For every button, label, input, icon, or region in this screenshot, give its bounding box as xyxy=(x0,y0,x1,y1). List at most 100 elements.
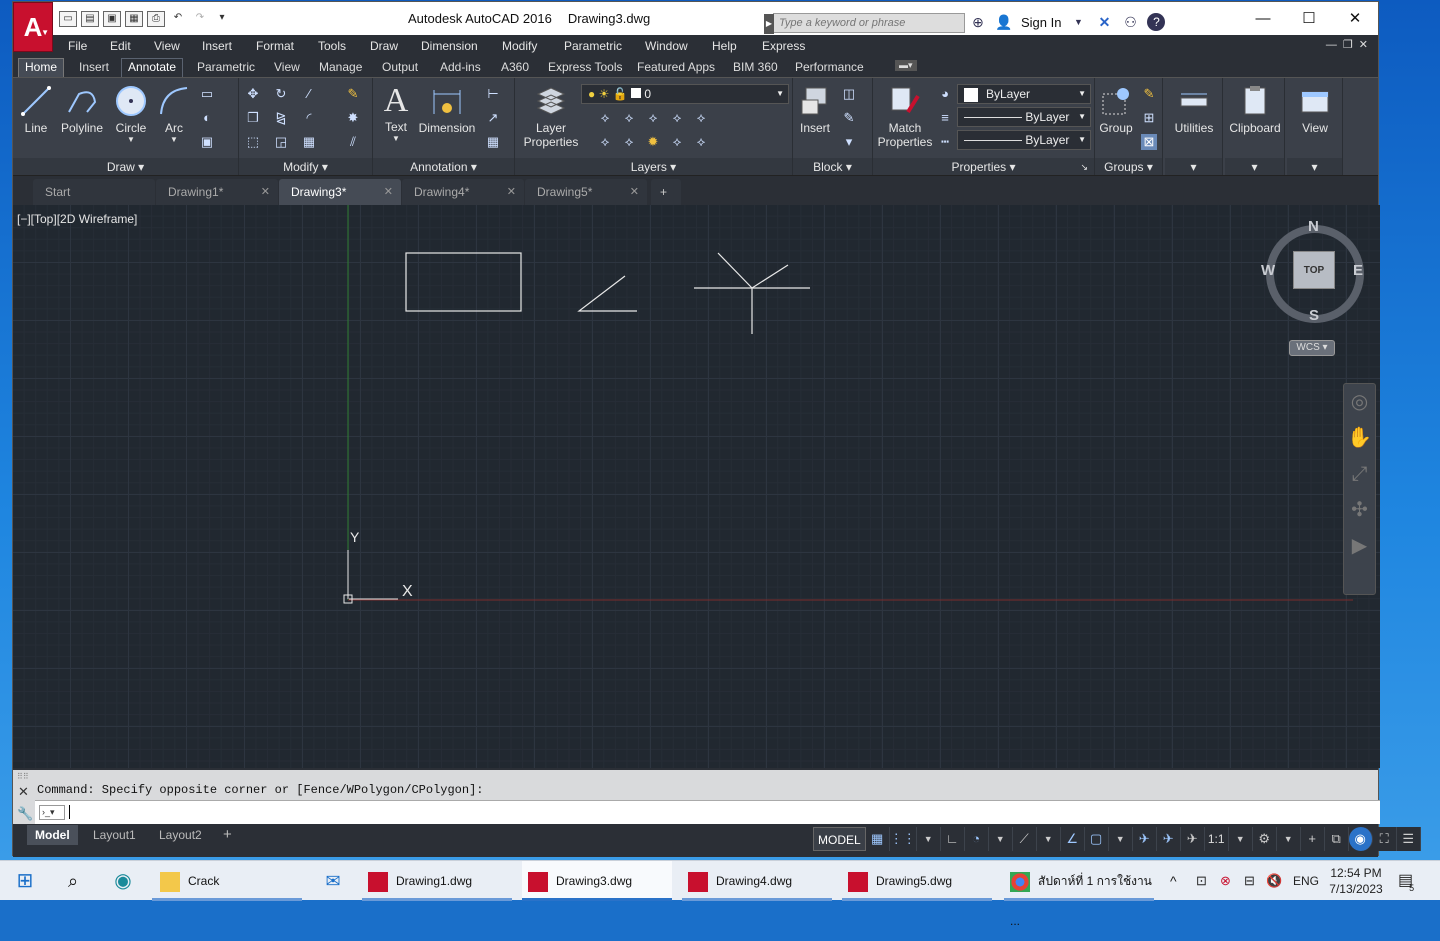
chevron-down-icon[interactable]: ▼ xyxy=(988,827,1013,851)
layer-off-icon[interactable]: ⟡ xyxy=(597,110,613,126)
layer-merge-icon[interactable]: ⟡ xyxy=(693,134,709,150)
polyline-button[interactable]: Polyline xyxy=(57,84,107,135)
panel-annotation-label[interactable]: Annotation ▾ xyxy=(373,158,514,176)
edge-browser-icon[interactable]: ◉ xyxy=(108,861,138,901)
menu-parametric[interactable]: Parametric xyxy=(564,39,622,53)
compass-east[interactable]: E xyxy=(1353,262,1363,279)
search-box[interactable]: ▶ xyxy=(764,13,965,34)
text-button[interactable]: A Text ▼ xyxy=(379,82,413,143)
search-expand-icon[interactable]: ▶ xyxy=(764,14,774,34)
annotation-scale-value[interactable]: 1:1 xyxy=(1204,827,1229,851)
doc-tab-drawing1[interactable]: Drawing1* ✕ xyxy=(156,179,278,205)
snap-icon[interactable]: ⋮⋮ xyxy=(889,827,917,851)
tab-bim-360[interactable]: BIM 360 xyxy=(733,60,778,74)
linear-dimension-icon[interactable]: ⊢ xyxy=(485,86,501,102)
volume-muted-icon[interactable]: 🔇 xyxy=(1266,861,1282,901)
panel-modify-label[interactable]: Modify ▾ xyxy=(239,158,372,176)
layer-freeze-icon[interactable]: ⟡ xyxy=(645,110,661,126)
steering-wheel-icon[interactable]: ◎ xyxy=(1344,384,1375,420)
ortho-icon[interactable]: ∟ xyxy=(940,827,965,851)
taskbar-item-crack[interactable]: Crack xyxy=(152,861,302,901)
edit-block-icon[interactable]: ✎ xyxy=(841,110,857,126)
utilities-expand-icon[interactable]: ▾ xyxy=(1165,158,1222,176)
chevron-down-icon[interactable]: ▼ xyxy=(157,135,191,144)
polar-tracking-icon[interactable]: ◔ xyxy=(964,827,989,851)
clock[interactable]: 12:54 PM 7/13/2023 xyxy=(1328,865,1384,905)
arc-button[interactable]: Arc ▼ xyxy=(157,84,191,144)
showmotion-icon[interactable]: ▶ xyxy=(1344,528,1375,564)
line-button[interactable]: Line xyxy=(19,84,53,135)
layer-match-icon[interactable]: ⟡ xyxy=(693,110,709,126)
layer-isolate-icon[interactable]: ⟡ xyxy=(621,110,637,126)
layer-lock-icon[interactable]: ⟡ xyxy=(669,110,685,126)
save-icon[interactable]: ▣ xyxy=(103,11,121,27)
lineweight-dropdown[interactable]: ByLayer ▼ xyxy=(957,107,1091,127)
model-space-button[interactable]: MODEL xyxy=(813,827,866,851)
table-icon[interactable]: ▦ xyxy=(485,134,501,150)
workspace-gear-icon[interactable]: ⚙ xyxy=(1252,827,1277,851)
exchange-apps-icon[interactable]: ✕ xyxy=(1095,13,1113,31)
chevron-down-icon[interactable]: ▼ xyxy=(1276,827,1301,851)
mirror-icon[interactable]: ⧎ xyxy=(273,110,289,126)
meet-now-icon[interactable]: ⊡ xyxy=(1196,861,1207,901)
drawn-line[interactable] xyxy=(717,252,753,289)
menu-tools[interactable]: Tools xyxy=(318,39,346,53)
group-button[interactable]: Group xyxy=(1097,84,1135,135)
menu-draw[interactable]: Draw xyxy=(370,39,398,53)
layout-tab-layout2[interactable]: Layout2 xyxy=(151,825,210,845)
doc-tab-drawing4[interactable]: Drawing4* ✕ xyxy=(402,179,524,205)
new-file-icon[interactable]: ▭ xyxy=(59,11,77,27)
chevron-down-icon[interactable]: ▼ xyxy=(379,134,413,143)
layout-tab-model[interactable]: Model xyxy=(27,825,78,845)
tab-featured-apps[interactable]: Featured Apps xyxy=(637,60,715,74)
undo-icon[interactable]: ↶ xyxy=(169,11,187,27)
command-input[interactable]: ›_▾ xyxy=(35,800,1380,824)
color-dropdown[interactable]: ByLayer ▼ xyxy=(957,84,1091,104)
create-block-icon[interactable]: ◫ xyxy=(841,86,857,102)
pan-icon[interactable]: ✋ xyxy=(1344,420,1375,456)
close-icon[interactable]: ✕ xyxy=(261,179,270,205)
chevron-down-icon[interactable]: ▼ xyxy=(1069,13,1087,31)
dimension-button[interactable]: Dimension xyxy=(417,84,477,135)
copy-icon[interactable]: ❐ xyxy=(245,110,261,126)
menu-edit[interactable]: Edit xyxy=(110,39,131,53)
layer-thaw-icon[interactable]: ✹ xyxy=(645,134,661,150)
tab-express-tools[interactable]: Express Tools xyxy=(548,60,622,74)
zoom-icon[interactable]: ⤢ xyxy=(1344,456,1375,492)
orbit-icon[interactable]: ✣ xyxy=(1344,492,1375,528)
clipboard-expand-icon[interactable]: ▾ xyxy=(1225,158,1284,176)
customize-qat-icon[interactable]: ▾ xyxy=(213,11,231,27)
clean-screen-icon[interactable]: ⛶ xyxy=(1372,827,1397,851)
search-input[interactable] xyxy=(774,14,964,32)
isolate-objects-icon[interactable]: ◉ xyxy=(1348,827,1373,851)
new-tab-icon[interactable]: + xyxy=(651,179,681,205)
linetype-dropdown[interactable]: ByLayer ▼ xyxy=(957,130,1091,150)
menu-modify[interactable]: Modify xyxy=(502,39,537,53)
tab-insert[interactable]: Insert xyxy=(79,60,109,74)
trim-icon[interactable]: ⁄ xyxy=(301,86,317,102)
chevron-down-icon[interactable]: ▼ xyxy=(1108,827,1133,851)
layer-unisolate-icon[interactable]: ⟡ xyxy=(669,134,685,150)
group-selection-icon[interactable]: ⊠ xyxy=(1141,134,1157,150)
insert-button[interactable]: Insert xyxy=(797,84,833,135)
ungroup-icon[interactable]: ✎ xyxy=(1141,86,1157,102)
chevron-down-icon[interactable]: ▼ xyxy=(916,827,941,851)
compass-north[interactable]: N xyxy=(1308,218,1319,235)
application-menu-button[interactable]: A ▼ xyxy=(13,2,53,52)
fillet-icon[interactable]: ◜ xyxy=(301,110,317,126)
menu-help[interactable]: Help xyxy=(712,39,737,53)
redo-icon[interactable]: ↷ xyxy=(191,11,209,27)
close-icon[interactable]: ✕ xyxy=(507,179,516,205)
panel-layers-label[interactable]: Layers ▾ xyxy=(515,158,792,176)
drawn-rectangle[interactable] xyxy=(405,252,522,312)
clipboard-button[interactable]: Clipboard xyxy=(1227,84,1283,135)
drawn-angle-lines[interactable] xyxy=(577,275,637,312)
annotation-monitor-icon[interactable]: + xyxy=(1300,827,1325,851)
layer-copy-icon[interactable]: ⟡ xyxy=(621,134,637,150)
panel-block-label[interactable]: Block ▾ xyxy=(793,158,872,176)
document-window-controls[interactable]: —❐✕ xyxy=(1326,38,1374,51)
rectangle-icon[interactable]: ▭ xyxy=(199,86,215,102)
tab-add-ins[interactable]: Add-ins xyxy=(440,60,481,74)
compass-south[interactable]: S xyxy=(1309,307,1319,324)
doc-tab-start[interactable]: Start xyxy=(33,179,155,205)
